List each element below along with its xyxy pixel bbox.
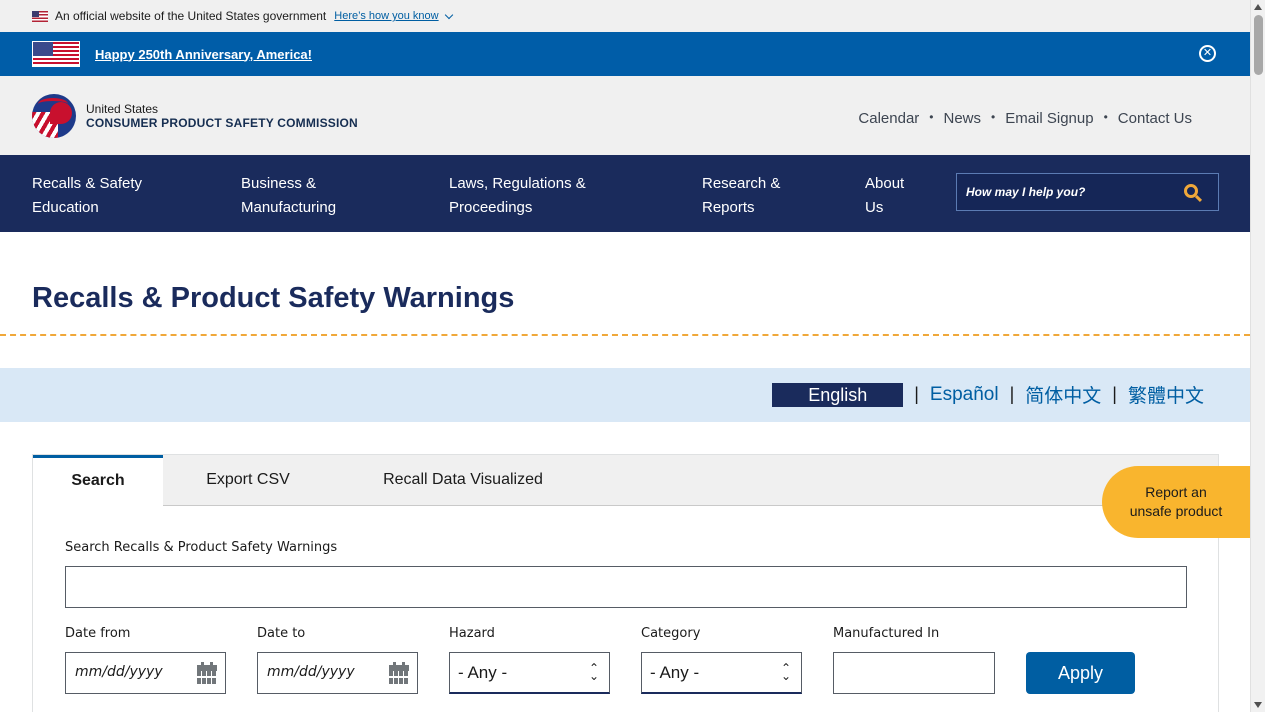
cpsc-logo-icon[interactable] bbox=[32, 93, 76, 138]
calendar-icon[interactable] bbox=[197, 662, 217, 684]
close-icon[interactable]: ✕ bbox=[1199, 45, 1216, 62]
main-nav: Recalls & Safety Education Business & Ma… bbox=[0, 155, 1250, 232]
site-search-input[interactable] bbox=[966, 185, 1166, 199]
language-spanish[interactable]: Español bbox=[930, 384, 999, 406]
separator-dot: • bbox=[929, 110, 934, 124]
calendar-link[interactable]: Calendar bbox=[858, 110, 919, 127]
utility-links: Calendar • News • Email Signup • Contact… bbox=[858, 110, 1192, 127]
date-to-placeholder: mm/dd/yyyy bbox=[267, 664, 355, 680]
email-signup-link[interactable]: Email Signup bbox=[1005, 110, 1093, 127]
tab-export-csv[interactable]: Export CSV bbox=[193, 455, 303, 506]
category-label: Category bbox=[641, 626, 701, 641]
nav-label-line2: Education bbox=[32, 199, 99, 216]
news-link[interactable]: News bbox=[943, 110, 981, 127]
report-unsafe-product-button[interactable]: Report an unsafe product bbox=[1102, 466, 1250, 538]
site-header: United States CONSUMER PRODUCT SAFETY CO… bbox=[0, 76, 1250, 155]
brand-bottom-line: CONSUMER PRODUCT SAFETY COMMISSION bbox=[86, 115, 358, 130]
language-switcher: English | Español | 简体中文 | 繁體中文 bbox=[772, 381, 1204, 408]
language-bar: English | Español | 简体中文 | 繁體中文 bbox=[0, 368, 1250, 422]
nav-label-line2: Reports bbox=[702, 199, 755, 216]
updown-chevron-icon: ⌃ ⌄ bbox=[589, 661, 600, 683]
page-title: Recalls & Product Safety Warnings bbox=[32, 282, 515, 314]
search-icon[interactable] bbox=[1184, 184, 1198, 198]
hazard-label: Hazard bbox=[449, 626, 495, 641]
brand-name[interactable]: United States CONSUMER PRODUCT SAFETY CO… bbox=[86, 102, 358, 130]
nav-label-line1: Recalls & Safety bbox=[32, 175, 143, 192]
tab-recall-data-visualized[interactable]: Recall Data Visualized bbox=[363, 455, 563, 506]
dashed-divider bbox=[0, 334, 1250, 336]
nav-recalls-safety-education[interactable]: Recalls & Safety Education bbox=[32, 172, 142, 220]
how-you-know-link[interactable]: Here’s how you know bbox=[334, 10, 453, 22]
nav-label-line1: Laws, Regulations & bbox=[449, 175, 586, 192]
page: An official website of the United States… bbox=[0, 0, 1250, 712]
anniversary-banner: Happy 250th Anniversary, America! ✕ bbox=[0, 32, 1250, 76]
tab-search[interactable]: Search bbox=[33, 455, 163, 507]
report-label-line2: unsafe product bbox=[1129, 503, 1223, 519]
date-from-label: Date from bbox=[65, 626, 131, 641]
calendar-icon[interactable] bbox=[389, 662, 409, 684]
nav-label-line2: Proceedings bbox=[449, 199, 533, 216]
nav-label-line1: Research & bbox=[702, 175, 781, 192]
site-search bbox=[956, 173, 1219, 211]
nav-label-line1: Business & bbox=[241, 175, 317, 192]
hazard-select[interactable]: - Any - ⌃ ⌄ bbox=[449, 652, 610, 694]
nav-label-line2: Us bbox=[865, 199, 884, 216]
separator-dot: • bbox=[991, 110, 996, 124]
scroll-down-arrow-icon[interactable] bbox=[1254, 702, 1262, 708]
date-to-label: Date to bbox=[257, 626, 306, 641]
manufactured-in-input[interactable] bbox=[833, 652, 995, 694]
date-from-input[interactable]: mm/dd/yyyy bbox=[65, 652, 226, 694]
contact-us-link[interactable]: Contact Us bbox=[1118, 110, 1192, 127]
language-english[interactable]: English bbox=[772, 382, 904, 407]
search-panel: Search Export CSV Recall Data Visualized… bbox=[32, 454, 1219, 712]
category-select[interactable]: - Any - ⌃ ⌄ bbox=[641, 652, 802, 694]
search-recalls-input[interactable] bbox=[65, 566, 1187, 608]
chevron-down-icon bbox=[444, 10, 453, 19]
scroll-thumb[interactable] bbox=[1254, 15, 1263, 75]
manufactured-in-label: Manufactured In bbox=[833, 626, 940, 641]
search-recalls-label: Search Recalls & Product Safety Warnings bbox=[65, 540, 338, 555]
anniversary-link[interactable]: Happy 250th Anniversary, America! bbox=[95, 47, 312, 62]
us-flag-icon bbox=[32, 10, 48, 22]
tab-bar: Search Export CSV Recall Data Visualized bbox=[33, 455, 1218, 507]
scroll-up-arrow-icon[interactable] bbox=[1254, 4, 1262, 10]
language-separator: | bbox=[1112, 384, 1117, 404]
page-scrollbar[interactable] bbox=[1250, 0, 1265, 712]
date-to-input[interactable]: mm/dd/yyyy bbox=[257, 652, 418, 694]
language-simplified-chinese[interactable]: 简体中文 bbox=[1025, 381, 1101, 408]
report-label-line1: Report an bbox=[1145, 484, 1207, 500]
hazard-selected-value: - Any - bbox=[458, 663, 508, 682]
nav-about-us[interactable]: About Us bbox=[865, 172, 904, 220]
nav-research-reports[interactable]: Research & Reports bbox=[702, 172, 780, 220]
nav-label-line1: About bbox=[865, 175, 905, 192]
language-separator: | bbox=[914, 384, 919, 404]
how-you-know-label: Here’s how you know bbox=[334, 10, 439, 22]
nav-laws-regulations[interactable]: Laws, Regulations & Proceedings bbox=[449, 172, 586, 220]
apply-button[interactable]: Apply bbox=[1026, 652, 1135, 694]
american-flag-icon bbox=[32, 41, 80, 67]
date-from-placeholder: mm/dd/yyyy bbox=[75, 664, 163, 680]
gov-banner-text: An official website of the United States… bbox=[55, 9, 327, 23]
category-selected-value: - Any - bbox=[650, 663, 700, 682]
nav-label-line2: Manufacturing bbox=[241, 199, 337, 216]
updown-chevron-icon: ⌃ ⌄ bbox=[781, 661, 792, 683]
nav-business-manufacturing[interactable]: Business & Manufacturing bbox=[241, 172, 336, 220]
gov-banner: An official website of the United States… bbox=[0, 0, 1250, 32]
language-separator: | bbox=[1009, 384, 1015, 404]
brand-top-line: United States bbox=[86, 101, 159, 116]
language-traditional-chinese[interactable]: 繁體中文 bbox=[1128, 381, 1204, 408]
separator-dot: • bbox=[1103, 110, 1108, 124]
